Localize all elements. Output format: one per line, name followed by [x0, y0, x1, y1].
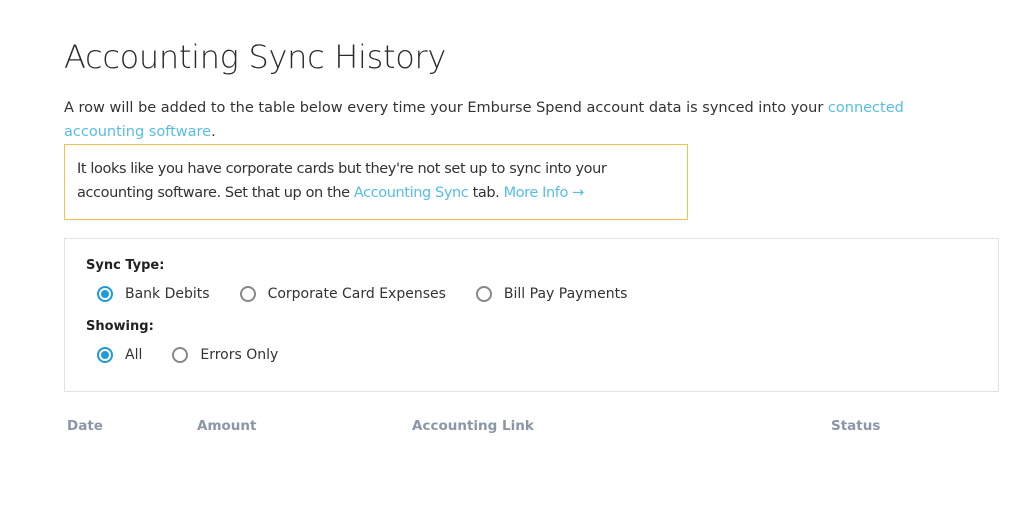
radio-label: Bill Pay Payments — [503, 286, 628, 302]
radio-unchecked-icon[interactable] — [172, 347, 189, 363]
radio-bill-pay-payments[interactable]: Bill Pay Payments — [475, 286, 628, 302]
radio-unchecked-icon[interactable] — [239, 286, 256, 302]
more-info-link[interactable]: More Info → — [504, 185, 585, 201]
column-header-status[interactable]: Status — [831, 418, 880, 434]
sync-type-radio-group: Bank Debits Corporate Card Expenses Bill… — [97, 286, 657, 302]
radio-corporate-card-expenses[interactable]: Corporate Card Expenses — [239, 286, 446, 302]
radio-errors-only[interactable]: Errors Only — [172, 347, 278, 363]
column-header-amount[interactable]: Amount — [197, 418, 256, 434]
accounting-sync-tab-link[interactable]: Accounting Sync — [354, 185, 469, 201]
column-header-accounting-link[interactable]: Accounting Link — [412, 418, 534, 434]
intro-text: A row will be added to the table below e… — [64, 100, 828, 116]
sync-history-table-header: Date Amount Accounting Link Status — [0, 418, 1021, 438]
column-header-date[interactable]: Date — [67, 418, 103, 434]
notice-middle-text: tab. — [468, 185, 504, 201]
radio-checked-icon[interactable] — [97, 286, 113, 302]
radio-checked-icon[interactable] — [97, 347, 113, 363]
showing-radio-group: All Errors Only — [97, 347, 308, 363]
intro-suffix: . — [211, 124, 216, 140]
radio-label: All — [125, 347, 143, 363]
radio-label: Errors Only — [200, 347, 279, 363]
radio-unchecked-icon[interactable] — [475, 286, 492, 302]
sync-warning-notice: It looks like you have corporate cards b… — [64, 144, 688, 220]
page-title: Accounting Sync History — [64, 38, 446, 76]
radio-label: Bank Debits — [125, 286, 210, 302]
showing-label: Showing: — [86, 319, 154, 334]
filters-panel: Sync Type: Bank Debits Corporate Card Ex… — [64, 238, 999, 392]
sync-type-label: Sync Type: — [86, 258, 165, 273]
intro-paragraph: A row will be added to the table below e… — [64, 96, 984, 144]
radio-bank-debits[interactable]: Bank Debits — [97, 286, 210, 302]
radio-label: Corporate Card Expenses — [267, 286, 446, 302]
radio-all[interactable]: All — [97, 347, 142, 363]
